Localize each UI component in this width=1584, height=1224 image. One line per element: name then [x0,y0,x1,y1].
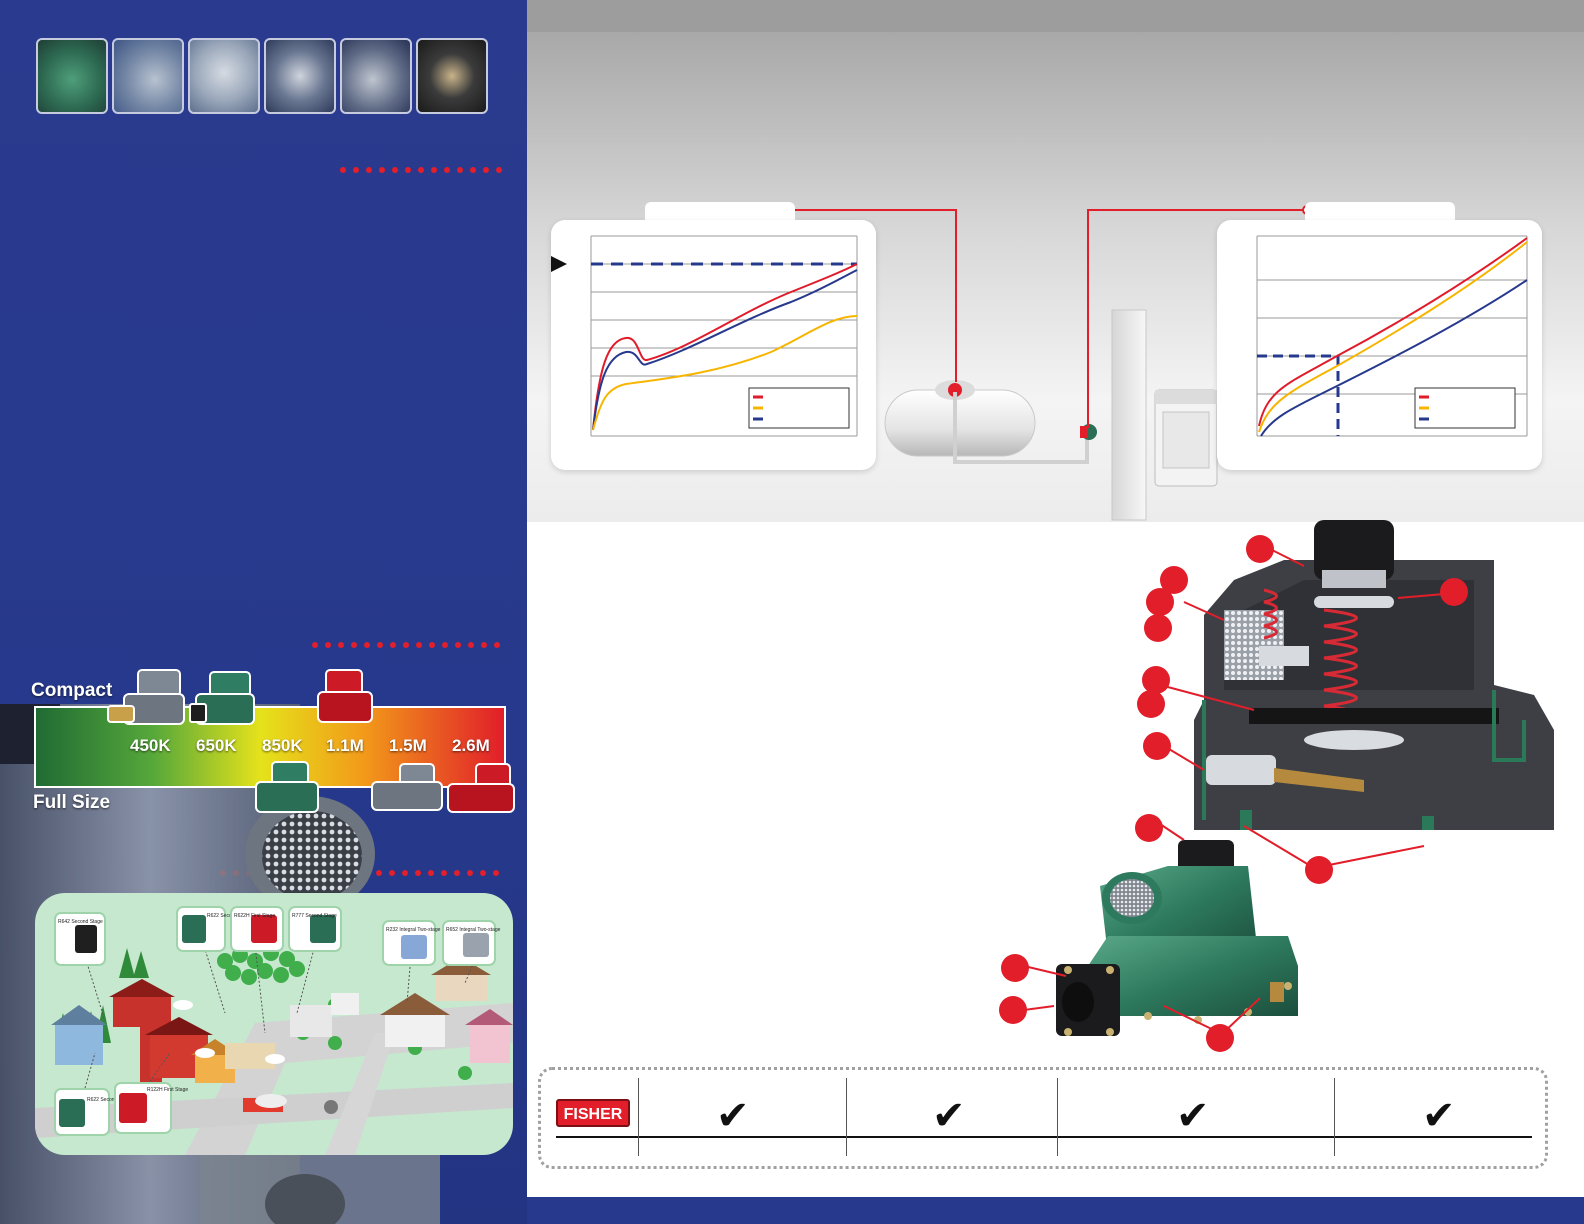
callout-marker [1206,1024,1234,1052]
fisher-logo: FISHER [556,1099,630,1127]
map-label-r652: R652 Integral Two-stage [446,927,501,933]
map-label-r232: R232 Integral Two-stage [386,927,441,933]
application-map: R642 Second Stage R622 Second Stage R622… [35,893,513,1155]
check-icon: ✔ [1422,1093,1456,1139]
thumbnail-lever[interactable] [340,38,412,114]
left-panel: Compact 450K 650K 850K 1.1M 1.5M 2.6M Fu… [0,0,527,1224]
top-strip [527,0,1584,32]
thumbnail-screen-vent[interactable] [112,38,184,114]
chart-right [1256,235,1528,437]
thumbnail-diaphragm-kit[interactable] [416,38,488,114]
callout-marker [1440,578,1468,606]
section-divider-dots [340,160,509,173]
callout-marker [1143,732,1171,760]
map-label-r622h: R622H First Stage [234,913,275,919]
bottom-bar [527,1197,1584,1224]
check-icon: ✔ [1176,1093,1210,1139]
callout-marker [1001,954,1029,982]
thumbnail-orifice[interactable] [264,38,336,114]
section-divider-dots [312,635,507,648]
callout-arrows [1023,549,1445,1035]
check-icon: ✔ [932,1093,966,1139]
column-divider [1057,1078,1058,1156]
map-label-r777: R777 Second Stage [292,913,337,919]
callout-marker [1146,588,1174,616]
callout-marker [999,996,1027,1024]
map-label-r122h: R122H First Stage [147,1087,188,1093]
compact-regulator-icons [107,669,515,813]
column-divider [1334,1078,1335,1156]
callout-marker [1135,814,1163,842]
column-divider [638,1078,639,1156]
comparison-table-rule [556,1136,1532,1138]
column-divider [846,1078,847,1156]
check-icon: ✔ [716,1093,750,1139]
callout-marker [1144,614,1172,642]
callout-marker [1137,690,1165,718]
chart-left [551,235,858,437]
callout-marker [1305,856,1333,884]
callout-marker [1246,535,1274,563]
thumbnail-threaded-outlet[interactable] [188,38,260,114]
comparison-table [538,1067,1548,1169]
thumbnail-regulator-green[interactable] [36,38,108,114]
map-label-r642: R642 Second Stage [58,919,103,925]
thumbnail-strip [36,38,488,114]
